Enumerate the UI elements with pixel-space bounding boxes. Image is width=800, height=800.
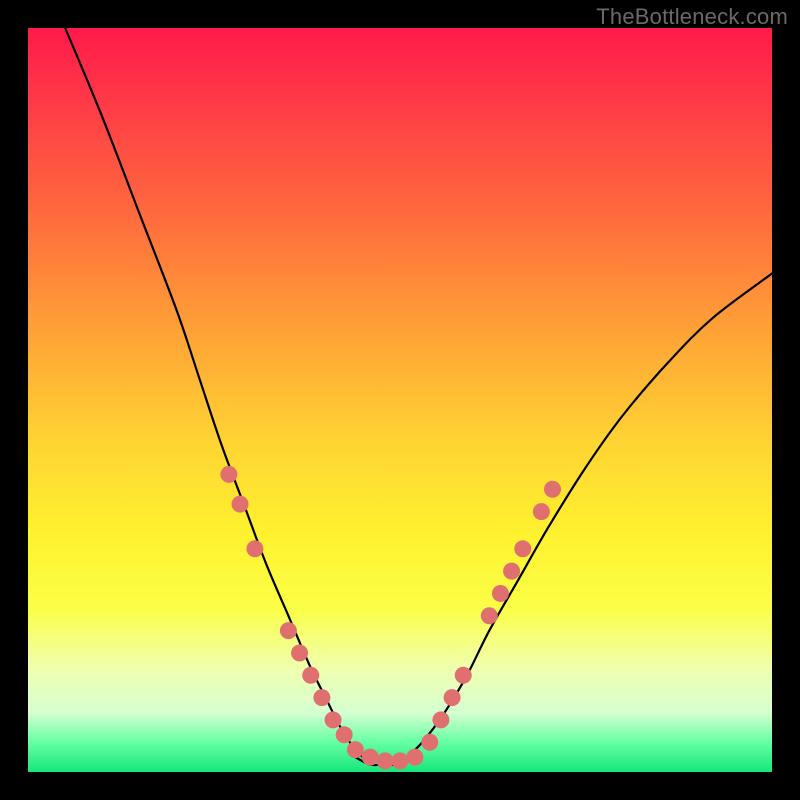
data-marker xyxy=(325,711,342,728)
data-marker xyxy=(347,741,364,758)
bottleneck-curve xyxy=(65,28,772,765)
data-marker xyxy=(336,726,353,743)
data-marker xyxy=(302,667,319,684)
data-marker xyxy=(220,466,237,483)
data-marker xyxy=(246,540,263,557)
data-marker xyxy=(392,752,409,769)
data-marker xyxy=(544,481,561,498)
data-marker xyxy=(291,644,308,661)
data-marker xyxy=(280,622,297,639)
data-marker xyxy=(444,689,461,706)
data-marker xyxy=(481,607,498,624)
data-marker xyxy=(406,749,423,766)
data-marker xyxy=(421,734,438,751)
data-marker xyxy=(313,689,330,706)
data-marker xyxy=(492,585,509,602)
data-marker xyxy=(232,496,249,513)
chart-svg xyxy=(28,28,772,772)
data-marker xyxy=(533,503,550,520)
data-marker xyxy=(514,540,531,557)
marker-group xyxy=(220,466,561,769)
watermark-text: TheBottleneck.com xyxy=(596,4,788,30)
data-marker xyxy=(432,711,449,728)
curve-group xyxy=(65,28,772,765)
data-marker xyxy=(503,563,520,580)
data-marker xyxy=(362,749,379,766)
data-marker xyxy=(377,752,394,769)
data-marker xyxy=(455,667,472,684)
chart-frame xyxy=(28,28,772,772)
